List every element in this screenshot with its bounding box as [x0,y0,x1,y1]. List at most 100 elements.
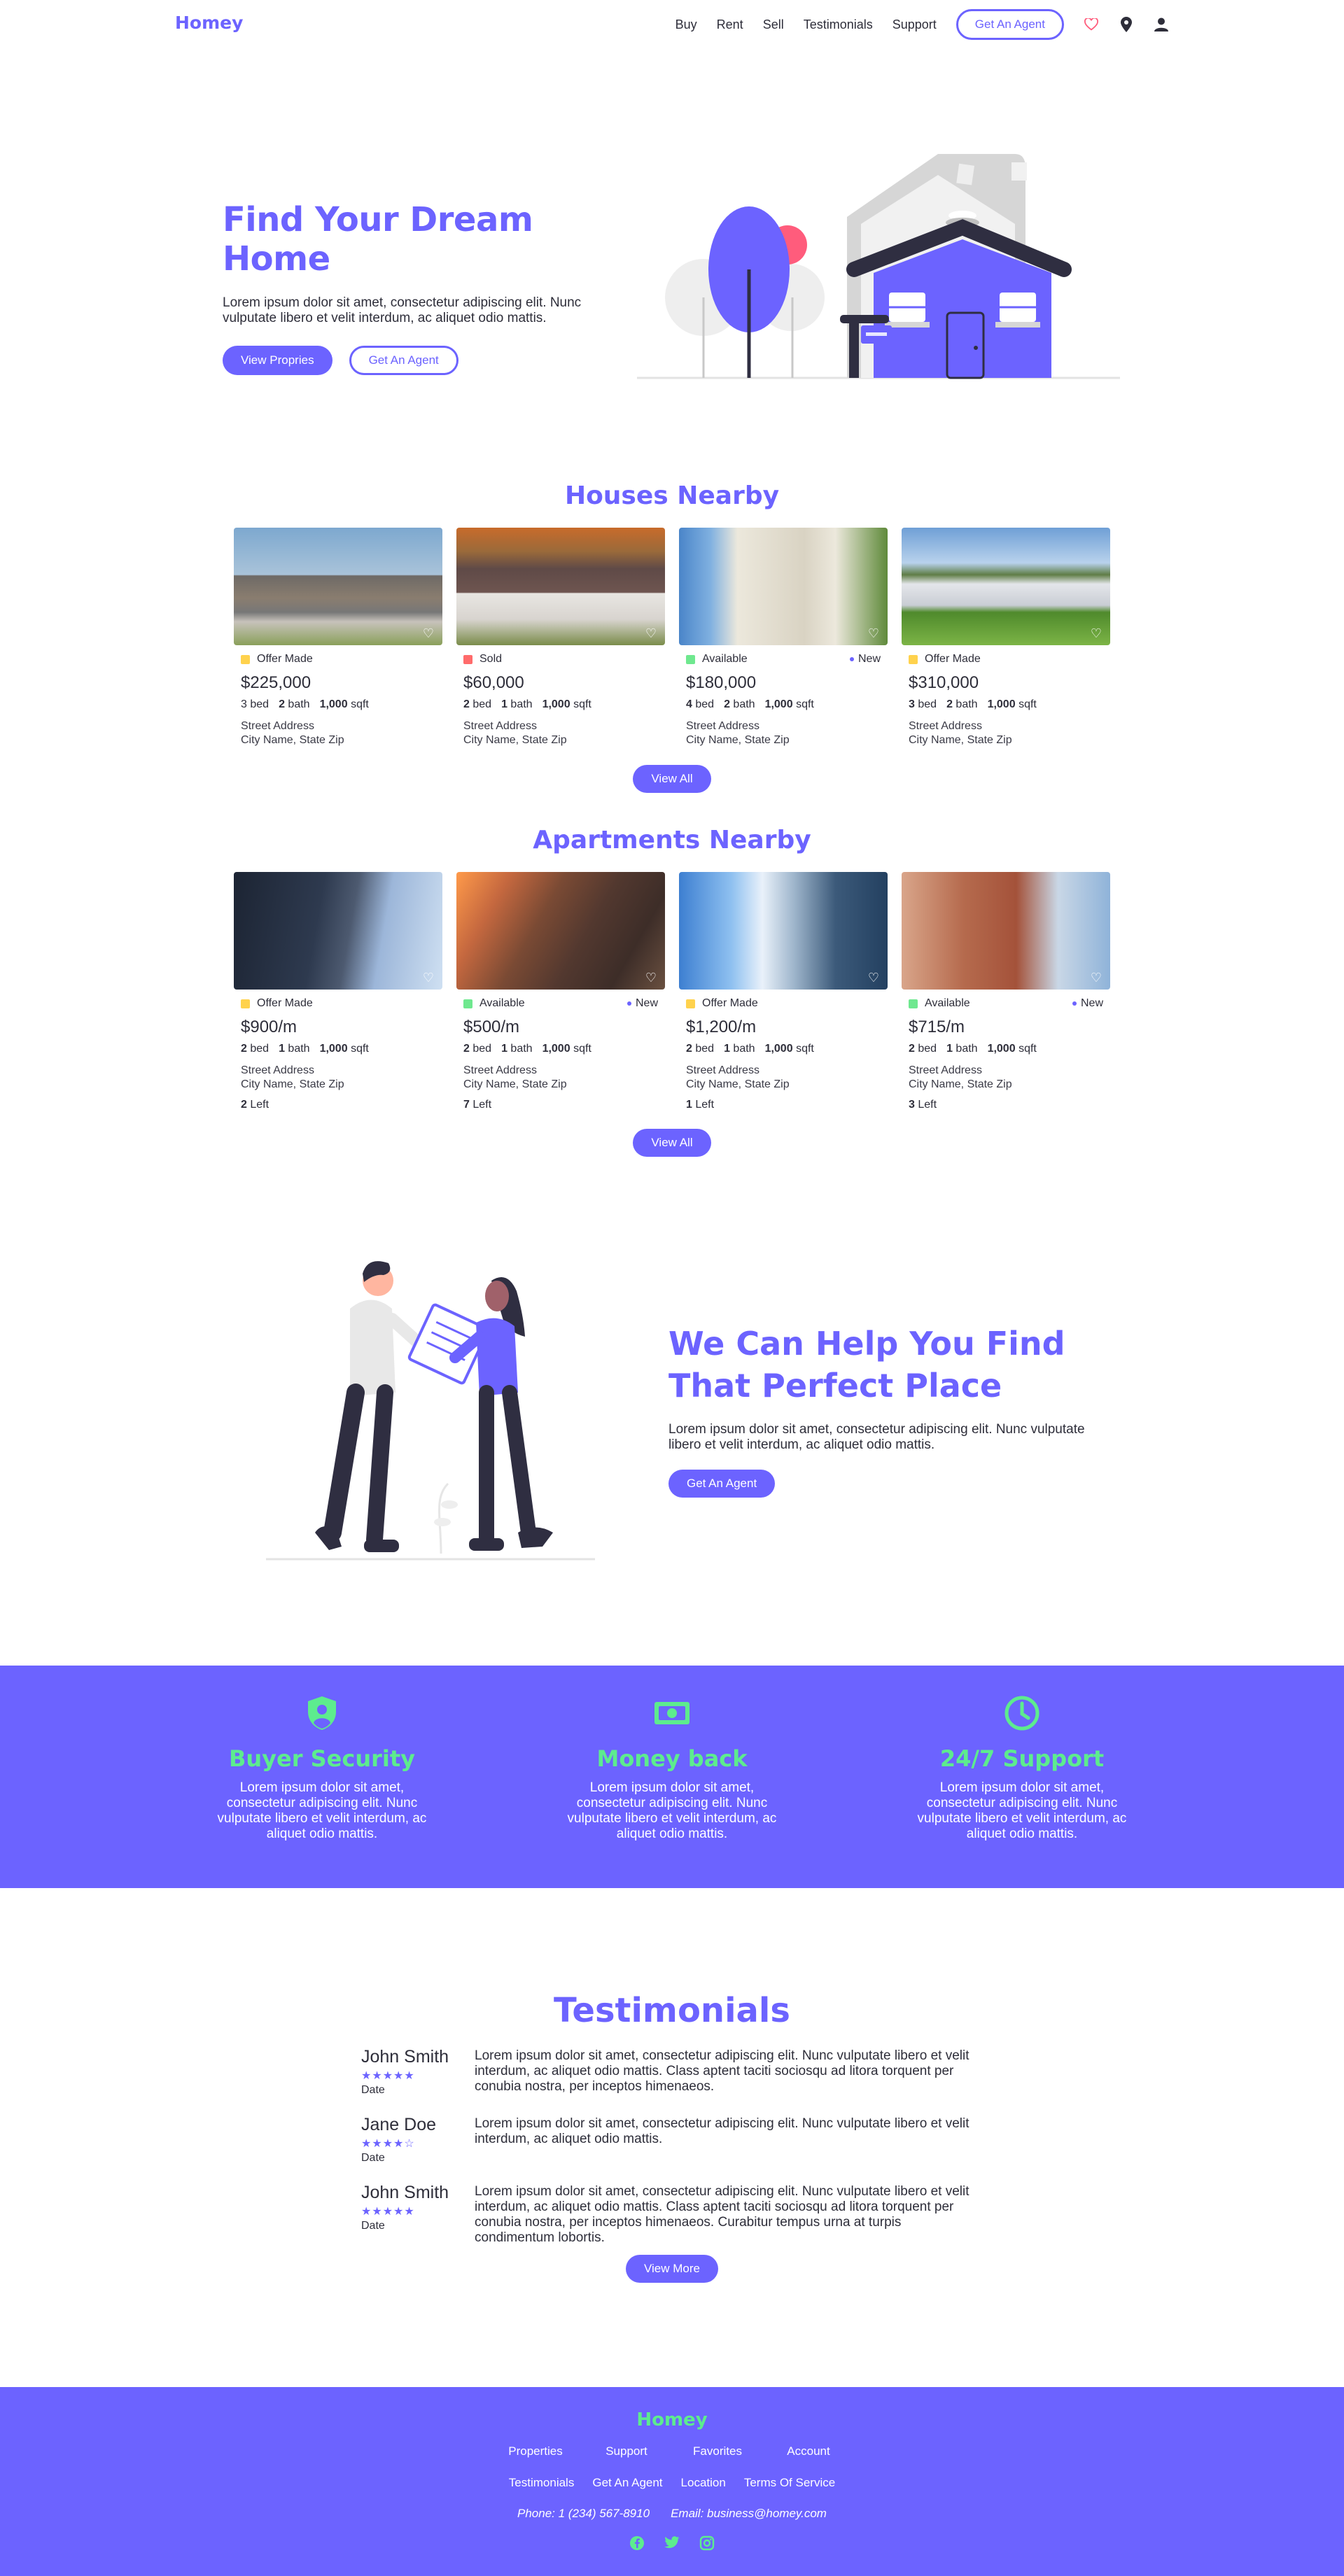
footer-link-location[interactable]: Location [681,2476,726,2490]
reviewer-name: John Smith [361,2183,449,2202]
review-date: Date [361,2152,385,2164]
instagram-icon[interactable] [699,2535,715,2554]
view-more-testimonials-button[interactable]: View More [626,2255,718,2283]
testimonials-section-title: Testimonials [554,1991,790,2030]
houses-view-all-button[interactable]: View All [633,765,711,793]
logo[interactable]: Homey [175,13,243,33]
bath-count: 1 [501,698,507,710]
feature-text: Lorem ipsum dolor sit amet, consectetur … [567,1780,777,1841]
bed-count: 2 [241,1043,247,1055]
units-left-count: 2 [241,1099,247,1111]
apartment-photo[interactable]: ♡ [902,872,1110,990]
footer-link-properties[interactable]: Properties [490,2444,581,2458]
feature-money-back: Money back Lorem ipsum dolor sit amet, c… [560,1694,784,1842]
favorite-heart-icon[interactable]: ♡ [645,627,657,640]
city-state-zip: City Name, State Zip [686,734,790,746]
location-pin-icon[interactable] [1119,17,1134,32]
bath-count: 1 [724,1043,730,1055]
feature-support: 24/7 Support Lorem ipsum dolor sit amet,… [910,1694,1134,1842]
review-date: Date [361,2220,385,2232]
social-links [0,2535,1344,2554]
houses-card-row: ♡ Offer Made $225,000 3 bed 2 bath 1,000 s… [234,528,1110,747]
apartment-card[interactable]: ♡ Offer Made $900/m 2 bed 1 bath 1,000 sqf… [234,872,442,1111]
price: $225,000 [241,673,312,692]
nav-link-rent[interactable]: Rent [717,17,743,32]
nav-link-testimonials[interactable]: Testimonials [804,17,873,32]
bed-count: 3 [909,698,915,710]
apartment-card[interactable]: ♡ Available New $715/m 2 bed 1 bath 1,000 s… [902,872,1110,1111]
nav-link-buy[interactable]: Buy [676,17,697,32]
house-photo[interactable]: ♡ [902,528,1110,645]
site-footer: Homey Properties Support Favorites Accou… [0,2387,1344,2576]
user-icon[interactable] [1154,17,1169,32]
site-header: Homey Buy Rent Sell Testimonials Support… [0,0,1344,49]
bed-count: 2 [463,1043,470,1055]
status-label: Offer Made [257,997,313,1009]
heart-icon[interactable] [1084,17,1099,32]
help-subtitle: Lorem ipsum dolor sit amet, consectetur … [668,1422,1085,1452]
house-illustration [637,154,1120,379]
footer-link-get-agent[interactable]: Get An Agent [592,2476,662,2490]
price: $310,000 [909,673,979,692]
footer-link-support[interactable]: Support [581,2444,672,2458]
houses-section-title: Houses Nearby [564,481,780,510]
house-photo[interactable]: ♡ [234,528,442,645]
hero-text: Find Your Dream Home Lorem ipsum dolor s… [223,200,643,375]
favorite-heart-icon[interactable]: ♡ [645,971,657,984]
nav-link-sell[interactable]: Sell [763,17,784,32]
footer-phone[interactable]: Phone: 1 (234) 567-8910 [517,2507,650,2521]
apartment-photo[interactable]: ♡ [679,872,888,990]
review-text: Lorem ipsum dolor sit amet, consectetur … [475,2184,969,2245]
favorite-heart-icon[interactable]: ♡ [1091,971,1102,984]
favorite-heart-icon[interactable]: ♡ [868,627,879,640]
facebook-icon[interactable] [629,2535,645,2554]
house-card[interactable]: ♡ Offer Made $310,000 3 bed 2 bath 1,000 s… [902,528,1110,747]
apartments-view-all-button[interactable]: View All [633,1129,711,1157]
favorite-heart-icon[interactable]: ♡ [423,627,434,640]
feature-title: Buyer Security [228,1745,416,1772]
footer-email[interactable]: Email: business@homey.com [671,2507,827,2521]
apartment-photo[interactable]: ♡ [456,872,665,990]
new-badge: New [1072,997,1103,1010]
status-label: Available [702,653,748,665]
hero-get-agent-button[interactable]: Get An Agent [349,346,458,375]
main-nav: Buy Rent Sell Testimonials Support Get A… [676,9,1169,40]
star-rating: ★★★★★ [361,2070,415,2082]
house-card[interactable]: ♡ Offer Made $225,000 3 bed 2 bath 1,000 s… [234,528,442,747]
status-label: Offer Made [925,653,981,665]
status-dot [909,999,918,1008]
view-properties-button[interactable]: View Propries [223,346,332,375]
house-photo[interactable]: ♡ [456,528,665,645]
bed-count: 2 [686,1043,692,1055]
testimonial-item: John Smith ★★★★★ Date Lorem ipsum dolor … [361,2183,984,2246]
bed-count: 4 [686,698,692,710]
footer-link-favorites[interactable]: Favorites [672,2444,763,2458]
apartment-photo[interactable]: ♡ [234,872,442,990]
feature-title: Money back [596,1745,748,1772]
favorite-heart-icon[interactable]: ♡ [423,971,434,984]
apartment-card[interactable]: ♡ Available New $500/m 2 bed 1 bath 1,000 s… [456,872,665,1111]
help-get-agent-button[interactable]: Get An Agent [668,1470,776,1498]
review-text: Lorem ipsum dolor sit amet, consectetur … [475,2048,969,2094]
help-text: We Can Help You Find That Perfect Place L… [668,1323,1116,1498]
footer-link-terms[interactable]: Terms Of Service [744,2476,835,2490]
twitter-icon[interactable] [664,2535,680,2554]
sqft-value: 1,000 [764,1043,793,1055]
city-state-zip: City Name, State Zip [909,734,1012,746]
nav-link-support[interactable]: Support [892,17,937,32]
review-date: Date [361,2084,385,2096]
house-card[interactable]: ♡ Sold $60,000 2 bed 1 bath 1,000 sqft Str… [456,528,665,747]
footer-logo[interactable]: Homey [0,2409,1344,2430]
units-left-count: 1 [686,1099,692,1111]
city-state-zip: City Name, State Zip [909,1078,1012,1090]
favorite-heart-icon[interactable]: ♡ [1091,627,1102,640]
get-agent-button[interactable]: Get An Agent [955,9,1064,40]
street-address: Street Address [463,720,537,732]
favorite-heart-icon[interactable]: ♡ [868,971,879,984]
house-card[interactable]: ♡ Available New $180,000 4 bed 2 bath 1,000… [679,528,888,747]
review-text: Lorem ipsum dolor sit amet, consectetur … [475,2116,969,2146]
footer-link-testimonials[interactable]: Testimonials [509,2476,575,2490]
footer-link-account[interactable]: Account [763,2444,854,2458]
apartment-card[interactable]: ♡ Offer Made $1,200/m 2 bed 1 bath 1,000 s… [679,872,888,1111]
house-photo[interactable]: ♡ [679,528,888,645]
